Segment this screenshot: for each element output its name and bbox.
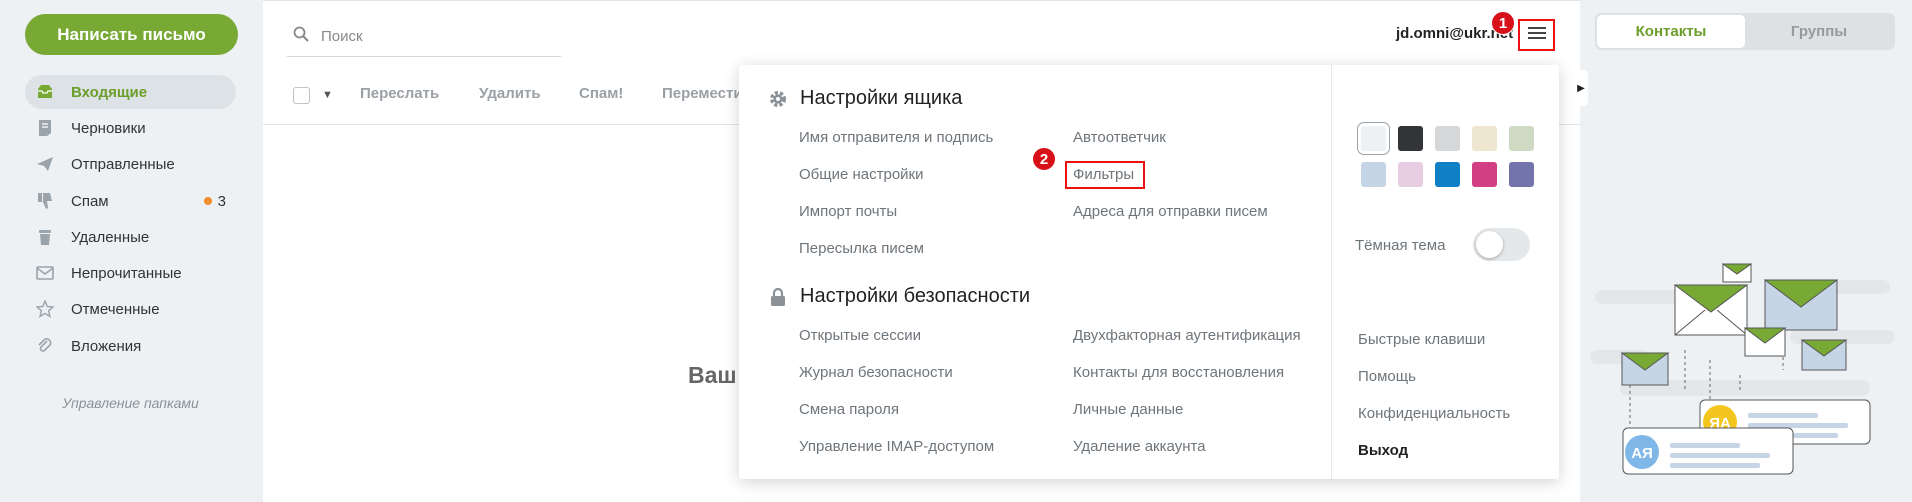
compose-button[interactable]: Написать письмо [25, 14, 238, 55]
logout-link[interactable]: Выход [1358, 442, 1408, 459]
settings-sections: Настройки ящика Имя отправителя и подпис… [739, 65, 1331, 479]
empty-state-title: Ваш [688, 362, 737, 388]
personal-data-link[interactable]: Личные данные [1073, 401, 1183, 418]
theme-swatch[interactable] [1509, 126, 1534, 151]
contacts-tabs: Контакты Группы [1595, 13, 1895, 50]
mailbox-settings-title: Настройки ящика [767, 87, 962, 110]
theme-swatch[interactable] [1357, 122, 1390, 155]
search-icon [293, 26, 311, 47]
folder-sent[interactable]: Отправленные [25, 147, 236, 181]
manage-folders-link[interactable]: Управление папками [25, 395, 236, 411]
theme-swatch[interactable] [1472, 126, 1497, 151]
folder-unread[interactable]: Непрочитанные [25, 256, 236, 290]
help-link[interactable]: Помощь [1358, 368, 1416, 385]
change-password-link[interactable]: Смена пароля [799, 401, 899, 418]
privacy-link[interactable]: Конфиденциальность [1358, 405, 1510, 422]
select-dropdown-caret-icon[interactable]: ▼ [322, 89, 333, 101]
folder-label: Вложения [71, 337, 142, 355]
folder-label: Непрочитанные [71, 264, 182, 282]
unread-envelope-icon [35, 266, 55, 280]
autoresponder-link[interactable]: Автоответчик [1073, 129, 1166, 146]
folder-spam[interactable]: Спам 3 [25, 184, 236, 218]
contacts-panel: Контакты Группы ЯА АЯ [1580, 0, 1912, 502]
folder-label: Отправленные [71, 155, 175, 173]
trash-icon [35, 228, 55, 246]
delete-account-link[interactable]: Удаление аккаунта [1073, 438, 1206, 455]
envelope-icon [1673, 284, 1749, 336]
folder-drafts[interactable]: Черновики [25, 111, 236, 145]
thumb-down-icon [35, 192, 55, 210]
theme-swatch[interactable] [1509, 162, 1534, 187]
open-sessions-link[interactable]: Открытые сессии [799, 327, 921, 344]
delete-button[interactable]: Удалить [479, 85, 541, 102]
settings-dropdown: Настройки ящика Имя отправителя и подпис… [739, 65, 1559, 479]
select-all-checkbox[interactable] [293, 87, 310, 104]
theme-swatch[interactable] [1398, 126, 1423, 151]
spam-button[interactable]: Спам! [579, 85, 623, 102]
paperclip-icon [35, 337, 55, 355]
folder-label: Входящие [71, 83, 148, 101]
search-input[interactable] [321, 28, 541, 45]
avatar: АЯ [1631, 445, 1653, 462]
sent-icon [35, 156, 55, 172]
tab-groups[interactable]: Группы [1745, 15, 1893, 48]
contacts-illustration: ЯА АЯ [1590, 263, 1895, 475]
inbox-icon [35, 84, 55, 100]
folder-label: Отмеченные [71, 300, 160, 318]
import-mail-link[interactable]: Импорт почты [799, 203, 897, 220]
security-log-link[interactable]: Журнал безопасности [799, 364, 953, 381]
folder-attachments[interactable]: Вложения [25, 329, 236, 363]
annotation-badge-1: 1 [1491, 11, 1515, 35]
theme-swatch[interactable] [1361, 162, 1386, 187]
imap-access-link[interactable]: Управление IMAP-доступом [799, 438, 994, 455]
chevron-right-icon: ▶ [1577, 82, 1585, 94]
panel-collapse-toggle[interactable]: ▶ [1574, 70, 1588, 106]
left-sidebar: Написать письмо Входящие Черновики Отпра… [0, 0, 263, 502]
two-factor-auth-link[interactable]: Двухфакторная аутентификация [1073, 327, 1301, 344]
dark-theme-toggle[interactable] [1473, 228, 1530, 261]
theme-swatch[interactable] [1435, 126, 1460, 151]
unread-dot [203, 197, 212, 205]
draft-icon [35, 119, 55, 137]
folder-label: Удаленные [71, 228, 150, 246]
settings-menu-button[interactable] [1518, 19, 1555, 51]
dark-theme-label: Тёмная тема [1355, 237, 1446, 254]
search-box[interactable] [287, 17, 561, 57]
folder-starred[interactable]: Отмеченные [25, 292, 236, 326]
star-icon [35, 300, 55, 318]
hamburger-icon [1527, 26, 1546, 45]
general-settings-link[interactable]: Общие настройки [799, 166, 924, 183]
folder-label: Черновики [71, 119, 146, 137]
theme-swatch[interactable] [1398, 162, 1423, 187]
folder-trash[interactable]: Удаленные [25, 220, 236, 254]
sending-addresses-link[interactable]: Адреса для отправки писем [1073, 203, 1268, 220]
annotation-badge-2: 2 [1032, 147, 1056, 171]
hotkeys-link[interactable]: Быстрые клавиши [1358, 331, 1485, 348]
gear-icon [767, 89, 789, 109]
filters-link[interactable]: Фильтры [1073, 166, 1134, 183]
theme-swatch[interactable] [1435, 162, 1460, 187]
spam-count: 3 [217, 192, 226, 210]
toggle-knob [1476, 231, 1503, 258]
forwarding-link[interactable]: Пересылка писем [799, 240, 924, 257]
forward-button[interactable]: Переслать [360, 85, 439, 102]
lock-icon [767, 287, 789, 307]
folder-inbox[interactable]: Входящие [25, 75, 236, 109]
theme-swatch[interactable] [1472, 162, 1497, 187]
sender-name-signature-link[interactable]: Имя отправителя и подпись [799, 129, 993, 146]
theme-panel: Тёмная тема Быстрые клавиши Помощь Конфи… [1331, 65, 1559, 479]
folder-label: Спам [71, 192, 109, 210]
security-settings-title: Настройки безопасности [767, 285, 1030, 308]
recovery-contacts-link[interactable]: Контакты для восстановления [1073, 364, 1284, 381]
spam-counter: 3 [203, 192, 226, 210]
tab-contacts[interactable]: Контакты [1597, 15, 1745, 48]
